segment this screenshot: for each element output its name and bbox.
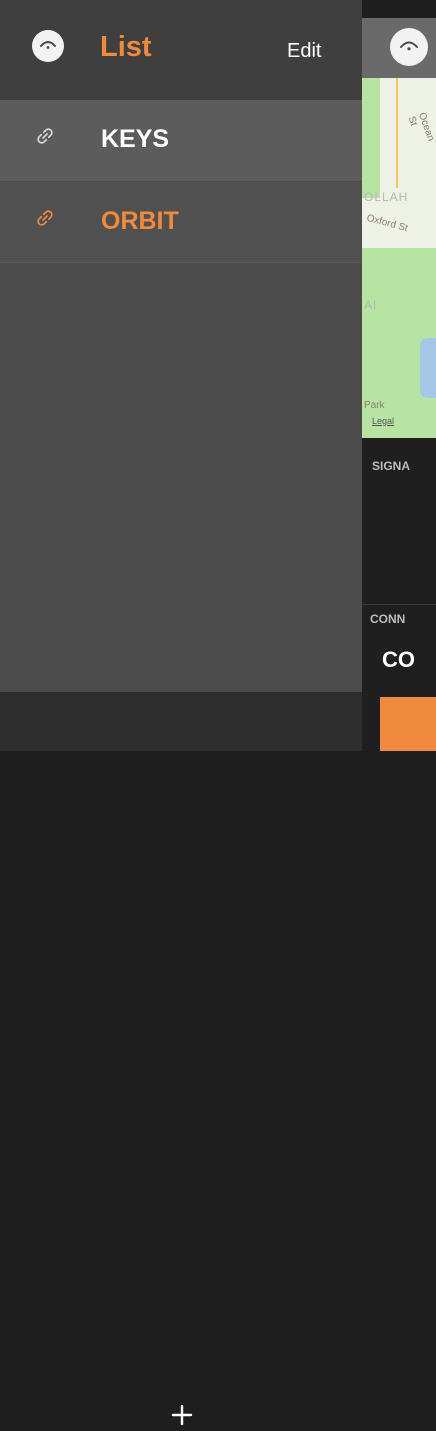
signal-label: SIGNA: [372, 459, 411, 473]
edit-button[interactable]: Edit: [287, 40, 321, 63]
drawer: List Edit KEYS ORBIT: [0, 0, 362, 1426]
list-item-orbit[interactable]: ORBIT: [0, 182, 362, 263]
area-label: AI: [364, 298, 378, 312]
drawer-header: List Edit: [0, 0, 362, 101]
link-icon: [35, 126, 55, 151]
connect-button[interactable]: [380, 697, 436, 751]
bottom-bar: [0, 692, 362, 1426]
page-title: List: [100, 31, 152, 63]
legal-link[interactable]: Legal: [372, 416, 394, 426]
map-view[interactable]: Ocean St Oxford St OLLAH AI Park Legal: [362, 78, 436, 438]
connection-value: CO: [382, 647, 415, 672]
list-item-label: KEYS: [101, 125, 170, 153]
street-label: Oxford St: [365, 212, 409, 235]
divider: [362, 604, 436, 605]
park-area: [362, 78, 380, 198]
link-icon: [35, 208, 55, 233]
water-area: [420, 338, 436, 398]
area-label: OLLAH: [364, 190, 409, 204]
connection-label: CONN: [370, 612, 406, 626]
list-item-keys[interactable]: KEYS: [0, 100, 362, 181]
app-logo-icon[interactable]: [32, 30, 64, 62]
detail-panel: Ocean St Oxford St OLLAH AI Park Legal S…: [362, 0, 436, 751]
add-button[interactable]: [171, 1404, 193, 1426]
road: [396, 78, 398, 188]
street-label: Ocean St: [405, 111, 436, 143]
app-logo-icon[interactable]: [390, 28, 428, 66]
list-item-label: ORBIT: [101, 207, 179, 235]
park-label: Park: [364, 400, 385, 411]
